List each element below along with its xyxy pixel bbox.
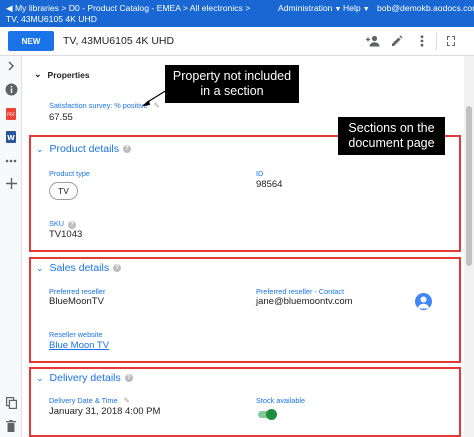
reseller-website-label: Reseller website [49, 330, 103, 339]
document-toolbar: NEW TV, 43MU6105 4K UHD [0, 27, 474, 56]
word-icon[interactable]: W [3, 129, 19, 145]
user-menu[interactable]: bob@demokb.aodocs.com▼ [377, 3, 474, 13]
more-horiz-icon[interactable] [3, 153, 19, 169]
id-label: ID [256, 169, 264, 178]
satisfaction-value: 67.55 [49, 112, 73, 123]
collapse-icon[interactable] [443, 33, 459, 49]
annotation-arrow [142, 89, 168, 106]
reseller-website-link[interactable]: Blue Moon TV [49, 340, 109, 351]
chevron-down-icon: ⌄ [36, 262, 44, 273]
document-title: TV, 43MU6105 4K UHD [63, 35, 175, 47]
id-value: 98564 [256, 179, 283, 190]
product-details-title: Product details [49, 143, 120, 155]
scrollbar[interactable] [464, 56, 474, 437]
add-person-icon[interactable] [365, 33, 381, 49]
product-details-header[interactable]: ⌄ Product details ? [36, 143, 132, 155]
delete-icon[interactable] [3, 418, 19, 434]
delivery-details-header[interactable]: ⌄ Delivery details ? [36, 372, 133, 384]
help-icon[interactable]: ? [123, 145, 132, 153]
new-button[interactable]: NEW [8, 31, 54, 51]
chevron-down-icon: ⌄ [34, 69, 42, 79]
sales-details-header[interactable]: ⌄ Sales details ? [36, 262, 122, 274]
copy-icon[interactable] [3, 395, 19, 411]
user-email: bob@demokb.aodocs.com [377, 3, 474, 13]
pdf-icon[interactable]: PDF [3, 106, 19, 122]
product-type-label: Product type [49, 169, 90, 178]
chevron-down-icon: ⌄ [36, 143, 44, 154]
reseller-contact-value: jane@bluemoontv.com [256, 296, 353, 307]
annotation-callout-sections: Sections on the document page [338, 117, 445, 155]
annotation-callout-property: Property not included in a section [165, 65, 299, 103]
chevron-down-icon: ⌄ [36, 372, 44, 383]
delivery-date-label: Delivery Date & Time ✎ [49, 396, 130, 405]
delivery-details-title: Delivery details [49, 372, 121, 384]
preferred-reseller-value: BlueMoonTV [49, 296, 104, 307]
administration-menu[interactable]: Administration ▼ [278, 3, 341, 13]
top-bar: ◀ My libraries > D0 - Product Catalog - … [0, 0, 474, 27]
chevron-down-icon: ▼ [334, 6, 342, 13]
add-icon[interactable] [3, 175, 19, 191]
sales-details-title: Sales details [49, 262, 110, 274]
left-rail: PDF W [0, 56, 22, 437]
help-menu[interactable]: Help ▼ [343, 3, 370, 13]
chevron-down-icon: ▼ [362, 6, 370, 13]
properties-title: Properties [47, 69, 90, 80]
stock-available-toggle[interactable] [258, 408, 277, 420]
edit-icon[interactable] [389, 33, 405, 49]
help-icon[interactable]: ? [68, 221, 77, 229]
expand-icon[interactable] [3, 58, 19, 74]
product-type-chip: TV [49, 182, 78, 200]
properties-header[interactable]: ⌄ Properties [34, 69, 90, 80]
info-icon[interactable] [3, 81, 19, 97]
svg-text:W: W [7, 134, 15, 142]
sku-value: TV1043 [49, 229, 83, 240]
breadcrumb[interactable]: ◀ My libraries > D0 - Product Catalog - … [6, 3, 250, 14]
scrollbar-thumb[interactable] [466, 106, 472, 266]
toolbar-divider [436, 33, 437, 50]
preferred-reseller-label: Preferred reseller [49, 287, 106, 296]
edit-pencil-icon[interactable]: ✎ [124, 396, 130, 405]
more-vert-icon[interactable] [414, 33, 430, 49]
avatar[interactable] [415, 293, 432, 310]
help-icon[interactable]: ? [113, 264, 122, 272]
help-label: Help [343, 3, 361, 13]
delivery-date-value: January 31, 2018 4:00 PM [49, 406, 161, 417]
reseller-contact-label: Preferred reseller - Contact [256, 287, 345, 296]
stock-available-label: Stock available [256, 396, 306, 405]
sku-label: SKU? [49, 219, 77, 229]
toggle-knob [266, 408, 277, 420]
help-icon[interactable]: ? [124, 374, 133, 382]
document-content: ⌄ Properties Satisfaction survey: % posi… [22, 56, 464, 437]
svg-text:PDF: PDF [7, 112, 15, 117]
breadcrumb-document: TV, 43MU6105 4K UHD [6, 14, 97, 24]
administration-label: Administration [278, 3, 333, 13]
